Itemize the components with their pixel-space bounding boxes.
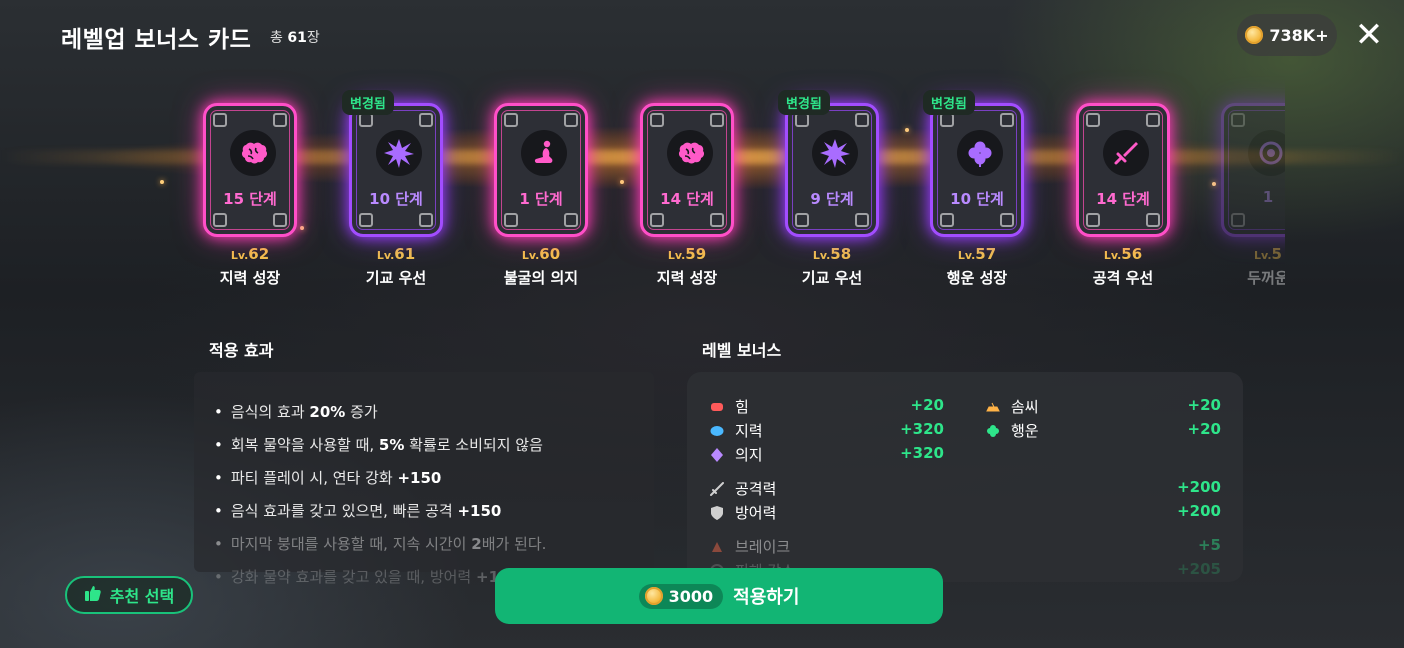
bonus-card[interactable]: 14 단계 Lv.56 공격 우선 <box>1076 103 1170 288</box>
fist-icon <box>709 399 725 415</box>
stat-row: 공격력 <box>709 478 776 499</box>
bonus-card[interactable]: 1 단계 Lv.60 불굴의 의지 <box>494 103 588 288</box>
bonus-title: 레벨 보너스 <box>702 341 782 360</box>
apply-label: 적용하기 <box>733 587 800 608</box>
stat-value: +20 <box>1187 420 1221 438</box>
bonus-card[interactable]: 14 단계 Lv.59 지력 성장 <box>640 103 734 288</box>
stat-row: 행운 <box>985 420 1039 441</box>
card-name: 공격 우선 <box>1092 269 1154 287</box>
bonus-card[interactable]: 변경됨 10 단계 Lv.57 행운 성장 <box>923 90 1024 288</box>
effect-item: 음식의 효과 20% 증가 <box>214 396 546 429</box>
burst-icon <box>812 130 858 176</box>
changed-badge: 변경됨 <box>923 90 975 115</box>
stat-value: +20 <box>1187 396 1221 414</box>
card-carousel: 15 단계 Lv.62 지력 성장 변경됨 10 단계 Lv.61 기교 우선 … <box>0 0 1285 300</box>
stat-value: +5 <box>1197 536 1221 554</box>
stat-row: 브레이크 <box>709 536 790 557</box>
reclining-figure-icon <box>521 130 567 176</box>
card-name: 지력 성장 <box>219 269 281 287</box>
stat-row: 의지 <box>709 444 763 465</box>
card-stage: 15 단계 <box>223 190 277 208</box>
bonus-card[interactable]: 1 Lv.5 두꺼운 <box>1221 103 1285 288</box>
card-level: Lv.62 <box>230 245 270 263</box>
break-icon <box>709 539 725 555</box>
stat-row: 방어력 <box>709 502 776 523</box>
card-name: 불굴의 의지 <box>503 269 579 287</box>
card-level: Lv.57 <box>957 245 997 263</box>
stat-row: 솜씨 <box>985 396 1039 417</box>
brain-icon <box>709 423 725 439</box>
stat-value: +200 <box>1177 478 1221 496</box>
close-icon[interactable]: ✕ <box>1350 18 1388 52</box>
card-name: 지력 성장 <box>656 269 718 287</box>
card-stage: 1 단계 <box>519 190 563 208</box>
stat-value: +320 <box>900 444 944 462</box>
effects-title: 적용 효과 <box>209 341 274 360</box>
effects-list: 음식의 효과 20% 증가 회복 물약을 사용할 때, 5% 확률로 소비되지 … <box>214 396 547 594</box>
stat-value: +20 <box>910 396 944 414</box>
brain-icon <box>667 130 713 176</box>
card-name: 행운 성장 <box>946 269 1008 287</box>
recommend-button[interactable]: 추천 선택 <box>65 576 193 614</box>
card-name: 두꺼운 <box>1247 269 1285 287</box>
changed-badge: 변경됨 <box>342 90 394 115</box>
sword-icon <box>1103 130 1149 176</box>
card-stage: 10 단계 <box>950 190 1004 208</box>
card-level: Lv.60 <box>521 245 561 263</box>
apply-price: 3000 <box>668 586 714 606</box>
thumbs-up-icon <box>84 584 102 606</box>
clover-icon <box>985 423 1001 439</box>
stat-value: +200 <box>1177 502 1221 520</box>
stat-value: +320 <box>900 420 944 438</box>
changed-badge: 변경됨 <box>778 90 830 115</box>
card-level: Lv.59 <box>667 245 707 263</box>
effect-item: 음식 효과를 갖고 있으면, 빠른 공격 +150 <box>214 495 546 528</box>
coin-icon <box>644 587 663 605</box>
card-stage: 14 단계 <box>1096 190 1150 208</box>
hand-icon <box>985 399 1001 415</box>
apply-button[interactable]: 3000 적용하기 <box>495 568 943 624</box>
sword-icon <box>709 481 725 497</box>
bonus-card[interactable]: 변경됨 10 단계 Lv.61 기교 우선 <box>342 90 443 288</box>
effect-item: 회복 물약을 사용할 때, 5% 확률로 소비되지 않음 <box>214 429 546 462</box>
card-level: Lv.56 <box>1103 245 1143 263</box>
card-name: 기교 우선 <box>801 269 863 287</box>
card-stage: 1 <box>1262 188 1274 206</box>
bonus-panel: 힘 +20 지력 +320 의지 +320 솜씨 +20 행운 +20 공격력 … <box>687 372 1243 582</box>
bonus-card[interactable]: 15 단계 Lv.62 지력 성장 <box>203 103 297 288</box>
card-level: Lv.58 <box>812 245 852 263</box>
card-stage: 9 단계 <box>810 190 854 208</box>
effect-item: 파티 플레이 시, 연타 강화 +150 <box>214 462 546 495</box>
burst-icon <box>376 130 422 176</box>
bonus-card[interactable]: 변경됨 9 단계 Lv.58 기교 우선 <box>778 90 879 288</box>
will-icon <box>709 447 725 463</box>
card-name: 기교 우선 <box>365 269 427 287</box>
clover-icon <box>957 130 1003 176</box>
shield-ring-icon <box>1248 130 1285 176</box>
stat-row: 지력 <box>709 420 763 441</box>
stat-value: +205 <box>1177 560 1221 578</box>
brain-icon <box>230 130 276 176</box>
stat-row: 힘 <box>709 396 749 417</box>
price-tag: 3000 <box>638 583 724 609</box>
card-level: Lv.5 <box>1254 245 1282 263</box>
card-stage: 14 단계 <box>660 190 714 208</box>
card-level: Lv.61 <box>376 245 416 263</box>
recommend-label: 추천 선택 <box>109 587 175 606</box>
shield-icon <box>709 505 725 521</box>
effect-item: 마지막 붕대를 사용할 때, 지속 시간이 2배가 된다. <box>214 528 547 561</box>
card-stage: 10 단계 <box>369 190 423 208</box>
